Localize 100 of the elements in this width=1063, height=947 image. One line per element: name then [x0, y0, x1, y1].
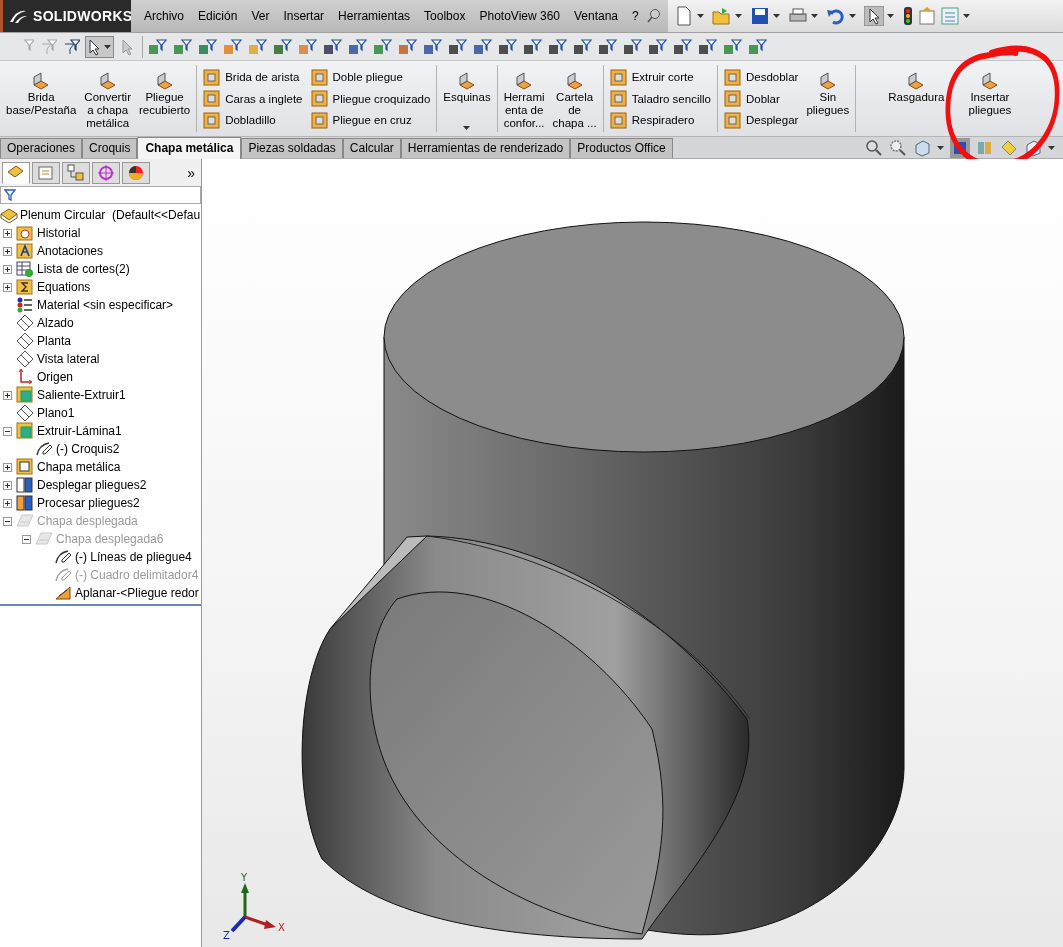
selection-filter-icon[interactable]: [673, 37, 693, 56]
ribbon-button[interactable]: Dobladillo: [203, 110, 303, 130]
tab[interactable]: Chapa metálica: [137, 137, 242, 159]
tree-item[interactable]: Chapa metálica: [34, 460, 121, 474]
selection-filter-icon[interactable]: [748, 37, 768, 56]
selection-filter-icon[interactable]: [623, 37, 643, 56]
tree-item[interactable]: Plano1: [34, 406, 75, 420]
expand-icon[interactable]: [3, 480, 12, 490]
ribbon-button[interactable]: Cartela de chapa ...: [548, 67, 601, 130]
caret-icon[interactable]: [810, 14, 818, 18]
tab[interactable]: Calcular: [342, 138, 401, 158]
ribbon-button[interactable]: Brida base/Pestaña: [2, 67, 81, 130]
selection-filter-icon[interactable]: [323, 37, 343, 56]
tree-item[interactable]: Anotaciones: [34, 244, 104, 258]
cube-icon[interactable]: [913, 138, 931, 157]
ribbon-button[interactable]: Sin pliegues: [802, 67, 854, 130]
caret-icon[interactable]: [772, 14, 780, 18]
menu-item[interactable]: Edición: [191, 6, 245, 26]
panel-tab[interactable]: [122, 162, 150, 184]
ribbon-button[interactable]: Respiradero: [609, 110, 711, 130]
selection-filter-icon[interactable]: [373, 37, 393, 56]
expand-icon[interactable]: [3, 462, 12, 472]
tree-item[interactable]: Planta: [34, 334, 72, 348]
save-icon[interactable]: [749, 6, 770, 26]
ribbon-button[interactable]: Caras a inglete: [203, 88, 303, 109]
more-tabs-button[interactable]: »: [187, 165, 199, 181]
selection-filter-icon[interactable]: [173, 37, 193, 56]
tree-item[interactable]: Vista lateral: [34, 352, 100, 366]
selection-filter-icon[interactable]: [648, 37, 668, 56]
select-arrow-icon[interactable]: [863, 6, 884, 26]
ribbon-button[interactable]: Taladro sencillo: [609, 88, 711, 109]
caret-icon[interactable]: [734, 14, 742, 18]
menu-item[interactable]: Herramientas: [331, 6, 418, 26]
select-button[interactable]: [85, 35, 114, 58]
ribbon-button[interactable]: Pliegue recubierto: [135, 67, 195, 130]
caret-icon[interactable]: [886, 14, 894, 18]
selection-filter-icon[interactable]: [723, 37, 743, 56]
selection-filter-icon[interactable]: [448, 37, 468, 56]
selection-filter-icon[interactable]: [598, 37, 618, 56]
selection-filter-icon[interactable]: [573, 37, 593, 56]
ribbon-button[interactable]: Convertir a chapa metálica: [80, 67, 135, 130]
traffic-light-icon[interactable]: [901, 6, 914, 26]
selection-filter-icon[interactable]: [698, 37, 718, 56]
expand-icon[interactable]: [3, 264, 12, 274]
zoom-area-icon[interactable]: [889, 138, 907, 157]
collapse-icon[interactable]: [3, 426, 12, 436]
caret-icon[interactable]: [463, 126, 471, 130]
checklist-icon[interactable]: [939, 6, 960, 26]
selection-filter-icon[interactable]: [548, 37, 568, 56]
selection-filter-icon[interactable]: [398, 37, 418, 56]
menu-item[interactable]: Ventana: [567, 6, 626, 26]
ribbon-button[interactable]: Esquinas: [439, 67, 495, 130]
selection-filter-icon[interactable]: [423, 37, 443, 56]
tree-item[interactable]: Equations: [34, 280, 91, 294]
tree-item[interactable]: Origen: [34, 370, 74, 384]
ribbon-button[interactable]: Desplegar: [723, 110, 799, 130]
ribbon-button[interactable]: Insertar pliegues: [956, 67, 1024, 130]
caret-icon[interactable]: [696, 14, 704, 18]
selection-filter-icon[interactable]: [223, 37, 243, 56]
expand-icon[interactable]: [3, 390, 12, 400]
filter-icon[interactable]: [62, 37, 80, 56]
tab[interactable]: Operaciones: [0, 138, 83, 158]
tab[interactable]: Productos Office: [570, 138, 673, 158]
selection-filter-icon[interactable]: [273, 37, 293, 56]
tree-item[interactable]: Alzado: [34, 316, 74, 330]
tree-item[interactable]: Saliente-Extruir1: [34, 388, 126, 402]
filter-field[interactable]: [0, 186, 201, 204]
selection-filter-icon[interactable]: [523, 37, 543, 56]
ribbon-button[interactable]: Desdoblar: [723, 67, 799, 87]
menu-item[interactable]: Archivo: [137, 6, 191, 26]
tab[interactable]: Piezas soldadas: [241, 138, 343, 158]
menu-item[interactable]: Insertar: [276, 6, 332, 26]
display-cube-icon[interactable]: [1024, 138, 1042, 157]
ribbon-button[interactable]: Pliegue en cruz: [310, 110, 431, 130]
tree-item[interactable]: Lista de cortes(2): [34, 262, 130, 276]
selection-filter-icon[interactable]: [348, 37, 368, 56]
expand-icon[interactable]: [3, 282, 12, 292]
ribbon-button[interactable]: Pliegue croquizado: [310, 88, 431, 109]
selection-filter-icon[interactable]: [148, 37, 168, 56]
tree-item[interactable]: Procesar pliegues2: [34, 496, 140, 510]
ribbon-button[interactable]: Rasgadura: [876, 67, 957, 130]
expand-icon[interactable]: [3, 228, 12, 238]
tree-item[interactable]: Extruir-Lámina1: [34, 424, 122, 438]
selection-filter-icon[interactable]: [198, 37, 218, 56]
menu-item[interactable]: PhotoView 360: [472, 6, 567, 26]
undo-icon[interactable]: [825, 6, 846, 26]
selection-filter-icon[interactable]: [298, 37, 318, 56]
caret-icon[interactable]: [848, 14, 856, 18]
tree-item[interactable]: Plenum Circular (Default<<Defau: [18, 208, 201, 222]
caret-icon[interactable]: [1048, 145, 1055, 150]
ribbon-button[interactable]: Doblar: [723, 88, 799, 109]
caret-icon[interactable]: [937, 145, 944, 150]
expand-icon[interactable]: [3, 498, 12, 508]
ribbon-button[interactable]: Brida de arista: [203, 67, 303, 87]
selection-filter-icon[interactable]: [473, 37, 493, 56]
caret-icon[interactable]: [104, 44, 111, 49]
selection-filter-icon[interactable]: [498, 37, 518, 56]
expand-icon[interactable]: [3, 246, 12, 256]
tree-item[interactable]: Material <sin especificar>: [34, 298, 174, 312]
menu-item[interactable]: Ver: [244, 6, 277, 26]
